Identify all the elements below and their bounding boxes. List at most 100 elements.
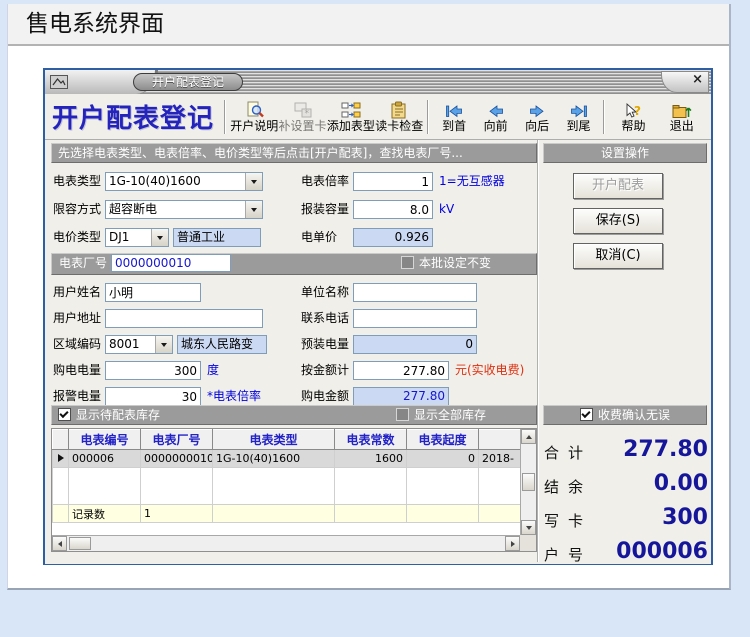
limit-mode-dropdown-button[interactable] xyxy=(245,201,262,218)
vertical-scrollbar[interactable] xyxy=(520,429,536,535)
show-pending-stock-checkbox[interactable]: 显示待配表库存 xyxy=(58,408,160,422)
address-label: 用户地址 xyxy=(53,309,101,328)
meter-type-select[interactable]: 1G-10(40)1600 xyxy=(105,172,263,191)
meter-type-dropdown-button[interactable] xyxy=(245,173,262,190)
row-selector-icon xyxy=(58,454,64,462)
app-icon xyxy=(50,74,68,93)
stock-filter-bar: 显示待配表库存 显示全部库存 xyxy=(51,405,537,425)
purchase-qty-input[interactable] xyxy=(105,361,201,380)
batch-fixed-label: 本批设定不变 xyxy=(419,256,491,270)
toolbar-button-prev[interactable]: 向前 xyxy=(475,100,516,133)
price-type-label: 电价类型 xyxy=(53,228,101,247)
org-name-input[interactable] xyxy=(353,283,477,302)
table-row[interactable]: 000006 0000000010 1G-10(40)1600 1600 0 2… xyxy=(53,450,521,468)
table-empty-row xyxy=(53,468,521,505)
horizontal-scrollbar[interactable] xyxy=(52,535,520,551)
fee-confirm-bar: 收费确认无误 xyxy=(543,405,707,425)
account-no-row: 户号 000006 xyxy=(542,537,708,569)
vertical-scroll-thumb[interactable] xyxy=(522,473,535,491)
by-amount-input[interactable] xyxy=(353,361,449,380)
toolbar-button-read-card-check[interactable]: 读卡检查 xyxy=(375,100,423,133)
price-type-select[interactable]: DJ1 xyxy=(105,228,169,247)
toolbar-button-last[interactable]: 到尾 xyxy=(558,100,599,133)
checkbox-icon[interactable] xyxy=(396,408,409,421)
balance-row: 结余 0.00 xyxy=(542,469,708,501)
close-icon[interactable]: × xyxy=(692,71,703,89)
column-header[interactable] xyxy=(479,430,521,450)
dialog-window: 开户配表登记 × 开户配表登记 开户说明 * 补设置 xyxy=(43,68,713,565)
purchase-qty-label: 购电电量 xyxy=(53,361,101,380)
balance-label: 结余 xyxy=(544,476,592,497)
show-all-stock-checkbox[interactable]: 显示全部库存 xyxy=(396,406,486,424)
settings-panel-title: 设置操作 xyxy=(601,146,649,160)
save-button[interactable]: 保存(S) xyxy=(573,208,663,234)
purchase-qty-hint: 度 xyxy=(207,361,219,380)
show-pending-stock-label: 显示待配表库存 xyxy=(76,408,160,422)
scroll-right-button[interactable] xyxy=(505,536,520,551)
price-type-dropdown-button[interactable] xyxy=(151,229,168,246)
checkbox-checked-icon[interactable] xyxy=(580,408,593,421)
org-name-label: 单位名称 xyxy=(301,283,349,302)
checkbox-icon[interactable] xyxy=(401,256,414,269)
purchase-amount-field: 277.80 xyxy=(353,387,449,406)
total-label: 合计 xyxy=(544,442,592,463)
area-desc-field: 城东人民路变 xyxy=(177,335,267,354)
nav-first-icon xyxy=(445,100,463,119)
column-header[interactable]: 电表厂号 xyxy=(141,430,213,450)
fee-confirm-checkbox[interactable]: 收费确认无误 xyxy=(580,408,670,422)
toolbar-button-open-account-help[interactable]: 开户说明 xyxy=(230,100,278,133)
by-amount-hint: 元(实收电费) xyxy=(455,361,524,380)
meter-rate-input[interactable] xyxy=(353,172,433,191)
stock-table: 电表编号 电表厂号 电表类型 电表常数 电表起度 xyxy=(52,429,520,523)
help-cursor-icon: ? xyxy=(624,100,642,119)
alarm-qty-input[interactable] xyxy=(105,387,201,406)
scroll-up-button[interactable] xyxy=(521,429,536,444)
horizontal-scroll-thumb[interactable] xyxy=(69,537,91,550)
panel-divider xyxy=(537,140,539,562)
phone-input[interactable] xyxy=(353,309,477,328)
user-name-input[interactable] xyxy=(105,283,201,302)
scrollbar-corner xyxy=(520,535,536,551)
write-card-label: 写卡 xyxy=(544,510,592,531)
meter-type-label: 电表类型 xyxy=(53,172,101,191)
toolbar-button-add-meter-type[interactable]: 添加表型 xyxy=(327,100,375,133)
nav-prev-icon xyxy=(487,100,505,119)
limit-mode-select[interactable]: 超容断电 xyxy=(105,200,263,219)
factory-no-input[interactable] xyxy=(111,254,231,272)
cancel-button[interactable]: 取消(C) xyxy=(573,243,663,269)
area-code-select[interactable]: 8001 xyxy=(105,335,173,354)
phone-label: 联系电话 xyxy=(301,309,349,328)
add-meter-type-icon xyxy=(341,100,361,119)
toolbar-button-first[interactable]: 到首 xyxy=(433,100,474,133)
toolbar-button-next[interactable]: 向后 xyxy=(516,100,557,133)
window-title: 开户配表登记 xyxy=(133,73,243,91)
chevron-down-icon xyxy=(157,236,163,240)
cell-date: 2018- xyxy=(479,450,521,468)
account-no-label: 户号 xyxy=(544,544,592,565)
dialog-titlebar[interactable]: 开户配表登记 × xyxy=(45,70,711,94)
toolbar-button-exit[interactable]: 退出 xyxy=(658,100,706,133)
by-amount-label: 按金额计 xyxy=(301,361,349,380)
scroll-left-button[interactable] xyxy=(52,536,67,551)
column-header[interactable]: 电表编号 xyxy=(69,430,141,450)
record-count-label: 记录数 xyxy=(69,505,141,523)
capacity-hint: kV xyxy=(439,200,454,219)
checkbox-checked-icon[interactable] xyxy=(58,408,71,421)
toolbar: 开户配表登记 开户说明 * 补设置卡 xyxy=(45,94,711,140)
column-header[interactable]: 电表类型 xyxy=(213,430,335,450)
limit-mode-label: 限容方式 xyxy=(53,200,101,219)
hint-text: 先选择电表类型、电表倍率、电价类型等后点击[开户配表]，查找电表厂号... xyxy=(58,146,463,160)
cell-meter-no: 000006 xyxy=(69,450,141,468)
selector-column-header xyxy=(53,430,69,450)
column-header[interactable]: 电表常数 xyxy=(335,430,407,450)
chevron-down-icon xyxy=(161,343,167,347)
batch-fixed-checkbox[interactable]: 本批设定不变 xyxy=(401,254,491,273)
svg-text:*: * xyxy=(304,109,309,119)
dialog-main: 先选择电表类型、电表倍率、电价类型等后点击[开户配表]，查找电表厂号... 设置… xyxy=(45,140,711,564)
capacity-input[interactable] xyxy=(353,200,433,219)
column-header[interactable]: 电表起度 xyxy=(407,430,479,450)
address-input[interactable] xyxy=(105,309,263,328)
toolbar-button-help[interactable]: ? 帮助 xyxy=(609,100,657,133)
scroll-down-button[interactable] xyxy=(521,520,536,535)
area-code-dropdown-button[interactable] xyxy=(155,336,172,353)
